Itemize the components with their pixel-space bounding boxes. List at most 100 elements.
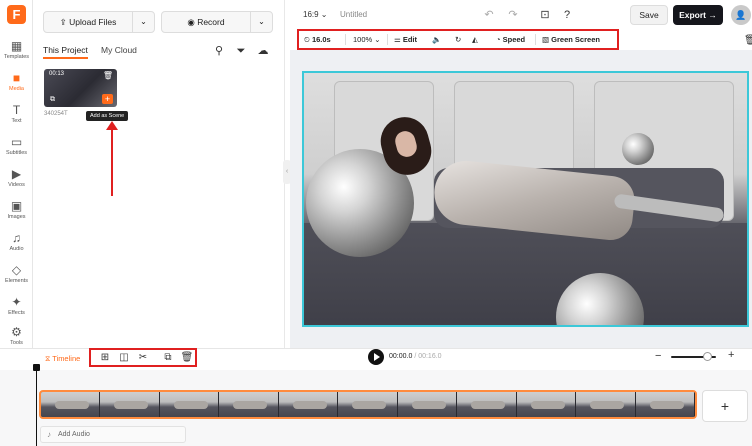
volume-icon[interactable]: 🔈: [432, 31, 441, 48]
rail-item-label: Elements: [5, 278, 28, 284]
zoom-select[interactable]: 100% ⌄: [353, 31, 381, 48]
project-title[interactable]: Untitled: [340, 10, 367, 19]
rail-item-videos[interactable]: ▶ Videos: [0, 168, 33, 198]
clip-frame: [159, 392, 220, 417]
chevron-down-icon[interactable]: ⌄: [250, 12, 272, 32]
split-icon[interactable]: ◫: [117, 351, 131, 365]
help-icon[interactable]: ?: [560, 8, 574, 22]
delete-icon[interactable]: 🗑: [744, 35, 752, 46]
duration-control[interactable]: ⏲ 16.0s: [304, 31, 331, 48]
search-icon[interactable]: ⚲: [212, 44, 226, 58]
left-rail: F ▦ Templates ■ Media T Text ▭ Subtitles…: [0, 0, 33, 348]
export-label: Export: [679, 10, 707, 20]
upload-icon: ⇪: [59, 17, 70, 27]
filter-icon[interactable]: ⏷: [234, 44, 248, 58]
speed-label: Speed: [502, 35, 526, 44]
playhead[interactable]: [36, 364, 37, 446]
add-track-button[interactable]: +: [702, 390, 748, 422]
save-button[interactable]: Save: [630, 5, 668, 25]
speed-button[interactable]: ◔ Speed: [496, 31, 525, 48]
rotate-icon[interactable]: ↻: [455, 31, 461, 48]
rail-item-effects[interactable]: ✦ Effects: [0, 296, 33, 326]
toolbar-divider: [387, 34, 388, 45]
rail-item-label: Audio: [9, 246, 24, 252]
arrow-right-icon: →: [708, 10, 717, 20]
effects-icon: ✦: [11, 295, 22, 309]
rail-item-audio[interactable]: ♫ Audio: [0, 232, 33, 262]
trash-icon[interactable]: 🗑: [180, 351, 194, 365]
audio-icon: ♫: [12, 231, 21, 245]
videos-icon: ▶: [11, 167, 22, 181]
edit-button[interactable]: ⚌ Edit: [394, 31, 417, 48]
video-clip-track[interactable]: [39, 390, 697, 419]
media-panel: ⇪ Upload Files ⌄ ◉ Record ⌄ This Project…: [33, 0, 285, 348]
rail-item-subtitles[interactable]: ▭ Subtitles: [0, 136, 33, 166]
music-note-icon: ♪: [47, 430, 51, 439]
flip-icon[interactable]: ◭: [472, 31, 478, 48]
timeline-toggle[interactable]: ⧖ Timeline: [45, 354, 80, 364]
edit-toolbar: ⏲ 16.0s 100% ⌄ ⚌ Edit 🔈 ↻ ◭ ◔ Speed ▧ Gr…: [297, 29, 619, 50]
clock-icon: ⏲: [304, 35, 312, 44]
zoom-in-icon[interactable]: +: [728, 349, 734, 361]
toolbar-divider: [345, 34, 346, 45]
aspect-ratio-select[interactable]: 16:9 ⌄: [303, 10, 328, 19]
top-bar: 16:9 ⌄ Untitled ↶ ↷ ⊡ ? Save Export → 👤: [290, 0, 752, 30]
app-logo[interactable]: F: [7, 5, 26, 24]
rail-item-images[interactable]: ▣ Images: [0, 200, 33, 230]
green-screen-button[interactable]: ▧ Green Screen: [542, 31, 600, 48]
templates-icon: ▦: [10, 39, 23, 53]
record-button[interactable]: ◉ Record ⌄: [161, 11, 273, 33]
redo-icon[interactable]: ↷: [506, 8, 520, 22]
rail-item-label: Videos: [8, 182, 25, 188]
play-button[interactable]: [368, 349, 384, 365]
clip-frame: [576, 392, 636, 417]
clip-frame: [516, 392, 577, 417]
add-audio-label: Add Audio: [58, 431, 90, 438]
text-icon: T: [12, 103, 21, 117]
speed-icon: ◔: [496, 35, 503, 44]
scissors-icon[interactable]: ✂: [136, 351, 150, 365]
zoom-out-icon[interactable]: −: [655, 350, 661, 362]
export-button[interactable]: Export →: [673, 5, 723, 25]
add-clip-icon[interactable]: ⊞: [98, 351, 112, 365]
clip-frame: [219, 392, 279, 417]
rail-item-templates[interactable]: ▦ Templates: [0, 40, 33, 70]
undo-icon[interactable]: ↶: [482, 8, 496, 22]
upload-files-button[interactable]: ⇪ Upload Files ⌄: [43, 11, 155, 33]
screenshot-icon[interactable]: ⊡: [538, 8, 552, 22]
record-label: Record: [197, 17, 225, 27]
duplicate-icon[interactable]: ⧉: [161, 351, 175, 365]
cloud-off-icon[interactable]: ☁: [256, 44, 270, 58]
zoom-slider-handle[interactable]: [703, 352, 712, 361]
rail-item-text[interactable]: T Text: [0, 104, 33, 134]
rail-item-label: Media: [9, 86, 24, 92]
zoom-value: 100%: [353, 35, 373, 44]
media-duration: 00:13: [49, 71, 65, 77]
chevron-down-icon[interactable]: ⌄: [132, 12, 154, 32]
clip-frame: [278, 392, 339, 417]
total-time: 00:16.0: [418, 353, 442, 360]
clip-frame: [100, 392, 160, 417]
clip-frame: [457, 392, 517, 417]
record-icon: ◉: [187, 17, 198, 27]
tab-this-project[interactable]: This Project: [43, 45, 88, 59]
green-screen-label: Green Screen: [551, 35, 600, 44]
upload-files-label: Upload Files: [69, 17, 117, 27]
media-thumbnail[interactable]: 00:13 🗑 ⧉ +: [44, 69, 117, 107]
images-icon: ▣: [10, 199, 23, 213]
media-icon: ■: [12, 71, 21, 85]
scene-icon[interactable]: ⧉: [50, 96, 55, 104]
trash-icon[interactable]: 🗑: [103, 71, 113, 80]
sliders-icon: ⚌: [394, 35, 403, 44]
add-as-scene-tooltip: Add as Scene: [86, 111, 129, 121]
clip-frame: [397, 392, 458, 417]
rail-item-media[interactable]: ■ Media: [0, 72, 33, 102]
avatar[interactable]: 👤: [731, 5, 751, 25]
rail-item-label: Effects: [8, 310, 25, 316]
add-audio-button[interactable]: ♪ Add Audio: [40, 426, 186, 443]
add-as-scene-button[interactable]: +: [102, 94, 113, 104]
preview-canvas[interactable]: [302, 71, 749, 327]
rail-item-elements[interactable]: ◇ Elements: [0, 264, 33, 294]
tab-my-cloud[interactable]: My Cloud: [101, 45, 137, 55]
subtitles-icon: ▭: [10, 135, 23, 149]
